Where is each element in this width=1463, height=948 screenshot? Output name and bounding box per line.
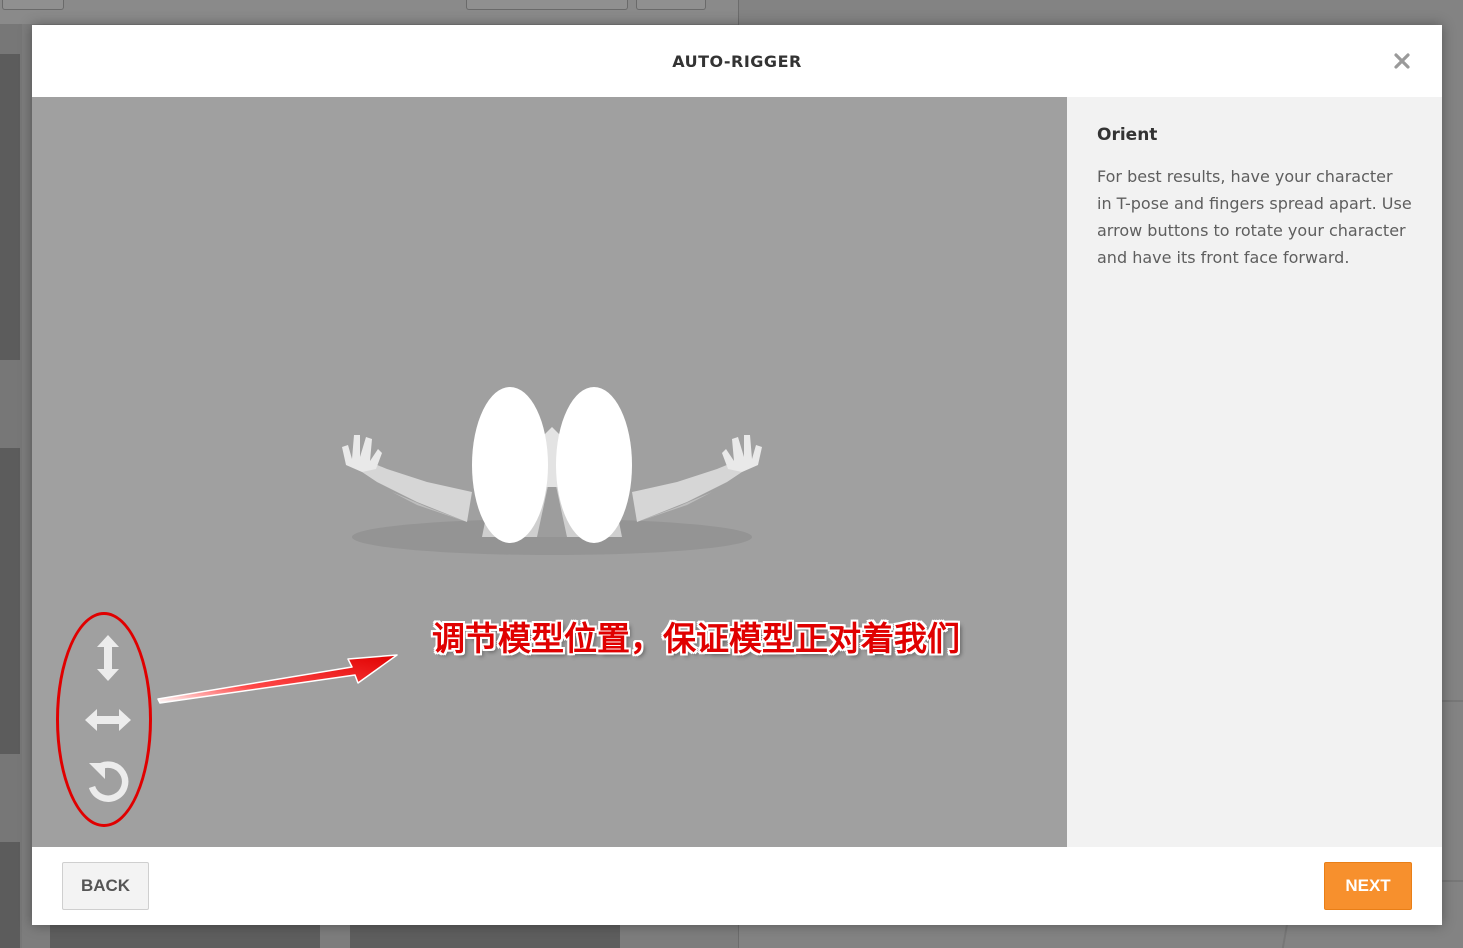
rotate-horizontal-button[interactable] [82,694,134,746]
back-button[interactable]: BACK [62,862,149,910]
character-model [342,387,762,555]
background-sidebar [0,24,22,948]
background-card [50,924,320,948]
modal-footer: BACK NEXT [32,847,1442,925]
model-viewport[interactable]: 调节模型位置，保证模型正对着我们 [32,97,1067,847]
next-button[interactable]: NEXT [1324,862,1412,910]
auto-rigger-modal: AUTO-RIGGER 调节模型位置，保证模型正对着我们 Orient For … [32,25,1442,925]
modal-header: AUTO-RIGGER [32,25,1442,97]
modal-title: AUTO-RIGGER [672,51,802,71]
vertical-arrow-icon [97,635,119,681]
orientation-controls [56,612,152,827]
close-icon [1394,53,1410,69]
background-button [636,0,706,10]
reset-rotation-button[interactable] [82,756,134,808]
close-button[interactable] [1390,49,1414,73]
rotate-vertical-button[interactable] [82,632,134,684]
panel-title: Orient [1097,125,1158,145]
annotation-arrow-icon [157,654,398,704]
background-card [350,924,620,948]
panel-description: For best results, have your character in… [1097,167,1412,267]
instructions-panel: Orient For best results, have your chara… [1067,97,1442,847]
horizontal-arrow-icon [85,709,131,731]
rotate-icon [88,761,129,802]
background-button [2,0,64,10]
annotation-text: 调节模型位置，保证模型正对着我们 [432,619,960,658]
background-button [466,0,628,10]
